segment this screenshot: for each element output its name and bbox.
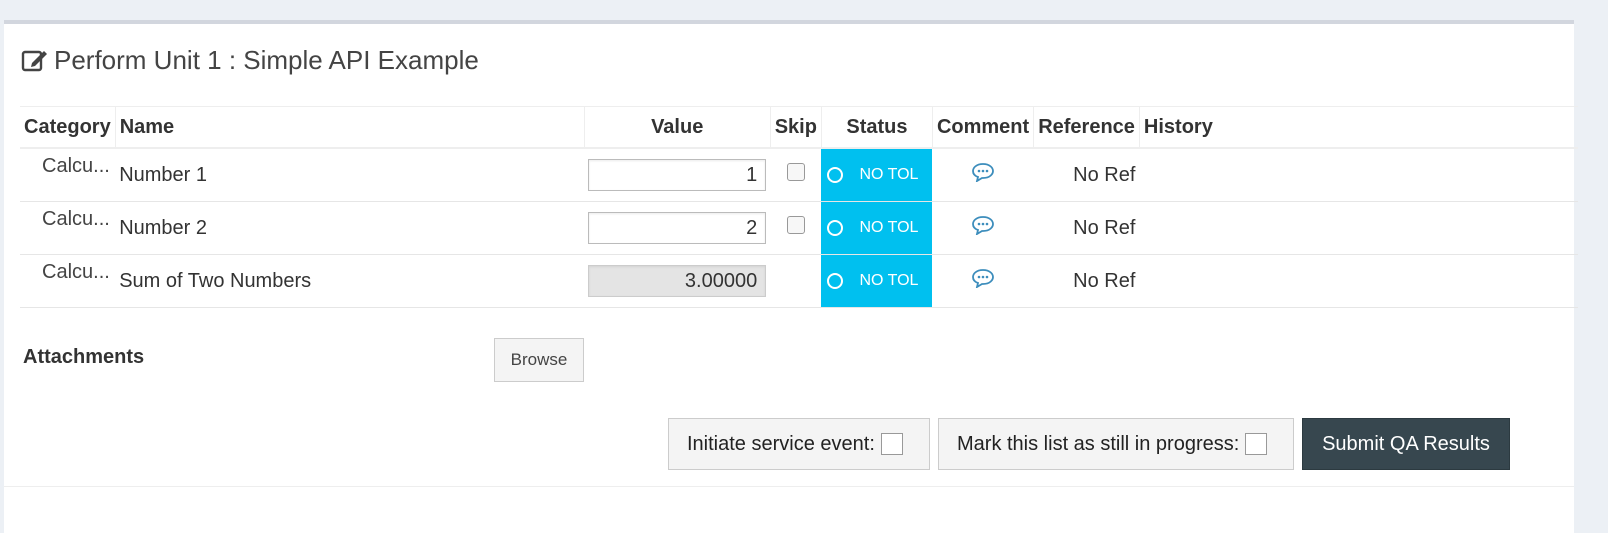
- box-header: Perform Unit 1 : Simple API Example: [20, 42, 479, 78]
- qa-table: Category Name Value Skip Status Comment …: [20, 106, 1578, 308]
- status-circle-icon: [827, 273, 844, 289]
- service-event-label: Initiate service event:: [687, 432, 875, 455]
- table-row: Calcu... Number 1 NO TOL No Ref: [20, 148, 1578, 202]
- row-history: [1139, 201, 1578, 255]
- status-badge: NO TOL: [821, 148, 933, 202]
- table-row: Calcu... Sum of Two Numbers NO TOL No Re…: [20, 254, 1578, 308]
- status-badge: NO TOL: [821, 201, 933, 255]
- table-header-row: Category Name Value Skip Status Comment …: [20, 106, 1578, 149]
- col-reference: Reference: [1033, 106, 1140, 149]
- row-reference: No Ref: [1033, 254, 1140, 308]
- row-name: Sum of Two Numbers: [115, 254, 585, 308]
- col-name: Name: [114, 106, 585, 149]
- skip-cell-empty: [770, 254, 822, 308]
- row-category: Calcu...: [20, 201, 116, 255]
- comment-icon[interactable]: [971, 268, 995, 288]
- row-reference: No Ref: [1033, 201, 1140, 255]
- in-progress-label: Mark this list as still in progress:: [957, 432, 1240, 455]
- skip-checkbox[interactable]: [786, 163, 805, 181]
- row-category: Calcu...: [20, 254, 116, 308]
- in-progress-option: Mark this list as still in progress:: [938, 418, 1294, 470]
- col-category: Category: [20, 106, 116, 149]
- service-event-option: Initiate service event:: [668, 418, 930, 470]
- in-progress-checkbox[interactable]: [1245, 433, 1268, 455]
- col-value: Value: [583, 106, 771, 149]
- table-row: Calcu... Number 2 NO TOL No Ref: [20, 201, 1578, 255]
- row-name: Number 2: [115, 201, 585, 255]
- footer-divider: [4, 486, 1574, 487]
- edit-icon: [21, 50, 47, 72]
- status-badge: NO TOL: [821, 254, 933, 308]
- skip-checkbox[interactable]: [786, 216, 805, 234]
- page-title: Perform Unit 1 : Simple API Example: [54, 44, 479, 75]
- col-skip: Skip: [769, 106, 822, 149]
- row-reference: No Ref: [1033, 148, 1140, 202]
- col-status: Status: [820, 106, 933, 149]
- browse-button[interactable]: Browse: [494, 338, 584, 382]
- submit-qa-button[interactable]: Submit QA Results: [1302, 418, 1510, 470]
- value-input[interactable]: [588, 159, 767, 191]
- service-event-checkbox[interactable]: [880, 433, 903, 455]
- status-circle-icon: [827, 167, 844, 183]
- comment-icon[interactable]: [971, 162, 995, 182]
- col-comment: Comment: [931, 106, 1034, 149]
- value-input[interactable]: [588, 212, 767, 244]
- qa-box: Perform Unit 1 : Simple API Example Cate…: [4, 20, 1578, 533]
- comment-icon[interactable]: [971, 215, 995, 235]
- status-circle-icon: [827, 220, 844, 236]
- attachments-label: Attachments: [23, 346, 145, 368]
- row-category: Calcu...: [20, 148, 116, 202]
- row-history: [1139, 148, 1578, 202]
- row-name: Number 1: [115, 148, 585, 202]
- row-history: [1139, 254, 1578, 308]
- value-input-readonly: [588, 265, 767, 297]
- col-history: History: [1138, 106, 1578, 149]
